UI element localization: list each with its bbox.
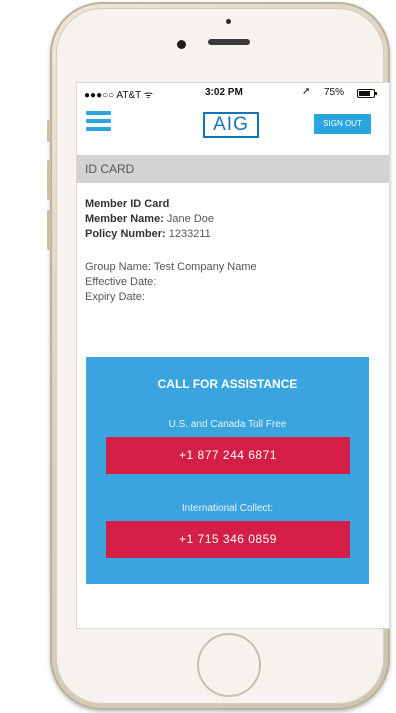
expiry-date-row: Expiry Date: xyxy=(85,290,381,305)
group-name-label: Group Name: xyxy=(85,261,152,273)
international-label: International Collect: xyxy=(181,503,274,514)
hamburger-menu-icon[interactable] xyxy=(86,111,111,131)
status-time: 3:02 PM xyxy=(205,87,243,98)
member-info: Member ID Card Member Name: Jane Doe Pol… xyxy=(85,197,381,305)
proximity-sensor xyxy=(226,19,231,24)
earpiece-speaker xyxy=(208,39,250,45)
front-camera xyxy=(177,40,186,49)
effective-date-row: Effective Date: xyxy=(85,275,381,290)
effective-date-label: Effective Date: xyxy=(85,276,157,288)
card-title: Member ID Card xyxy=(85,198,170,210)
group-name-row: Group Name: Test Company Name xyxy=(85,260,381,275)
policy-number-value: 1233211 xyxy=(168,228,211,240)
policy-number-label: Policy Number: xyxy=(85,228,166,240)
app-screen: ●●●○○ AT&T ᯤ 3:02 PM ➚ 75% AIG SIGN OUT … xyxy=(76,82,390,629)
group-name-value: Test Company Name xyxy=(153,261,257,273)
policy-number-row: Policy Number: 1233211 xyxy=(85,227,381,242)
assistance-title: CALL FOR ASSISTANCE xyxy=(157,377,298,391)
sign-out-button[interactable]: SIGN OUT xyxy=(314,114,371,134)
battery-fill xyxy=(359,91,370,96)
international-call-button[interactable]: +1 715 346 0859 xyxy=(106,521,350,558)
battery-percent: 75% xyxy=(324,87,345,98)
app-header: AIG SIGN OUT xyxy=(77,101,389,145)
member-name-label: Member Name: xyxy=(85,213,164,225)
expiry-date-label: Expiry Date: xyxy=(85,291,145,303)
mute-switch xyxy=(47,120,51,142)
member-name-row: Member Name: Jane Doe xyxy=(85,212,381,227)
member-name-value: Jane Doe xyxy=(166,213,215,225)
carrier-signal: ●●●○○ AT&T ᯤ xyxy=(84,90,153,101)
section-title-bar: ID CARD xyxy=(77,155,389,183)
home-button[interactable] xyxy=(197,633,261,697)
battery-icon xyxy=(357,89,377,98)
aig-logo: AIG xyxy=(203,112,259,138)
volume-down-button xyxy=(47,210,51,250)
battery-nub xyxy=(375,92,377,95)
assistance-panel: CALL FOR ASSISTANCE U.S. and Canada Toll… xyxy=(86,357,369,584)
volume-up-button xyxy=(47,160,51,200)
status-bar: ●●●○○ AT&T ᯤ 3:02 PM ➚ 75% xyxy=(77,83,389,101)
tollfree-label: U.S. and Canada Toll Free xyxy=(168,419,287,430)
tollfree-call-button[interactable]: +1 877 244 6871 xyxy=(106,437,350,474)
location-arrow-icon: ➚ xyxy=(302,86,311,97)
